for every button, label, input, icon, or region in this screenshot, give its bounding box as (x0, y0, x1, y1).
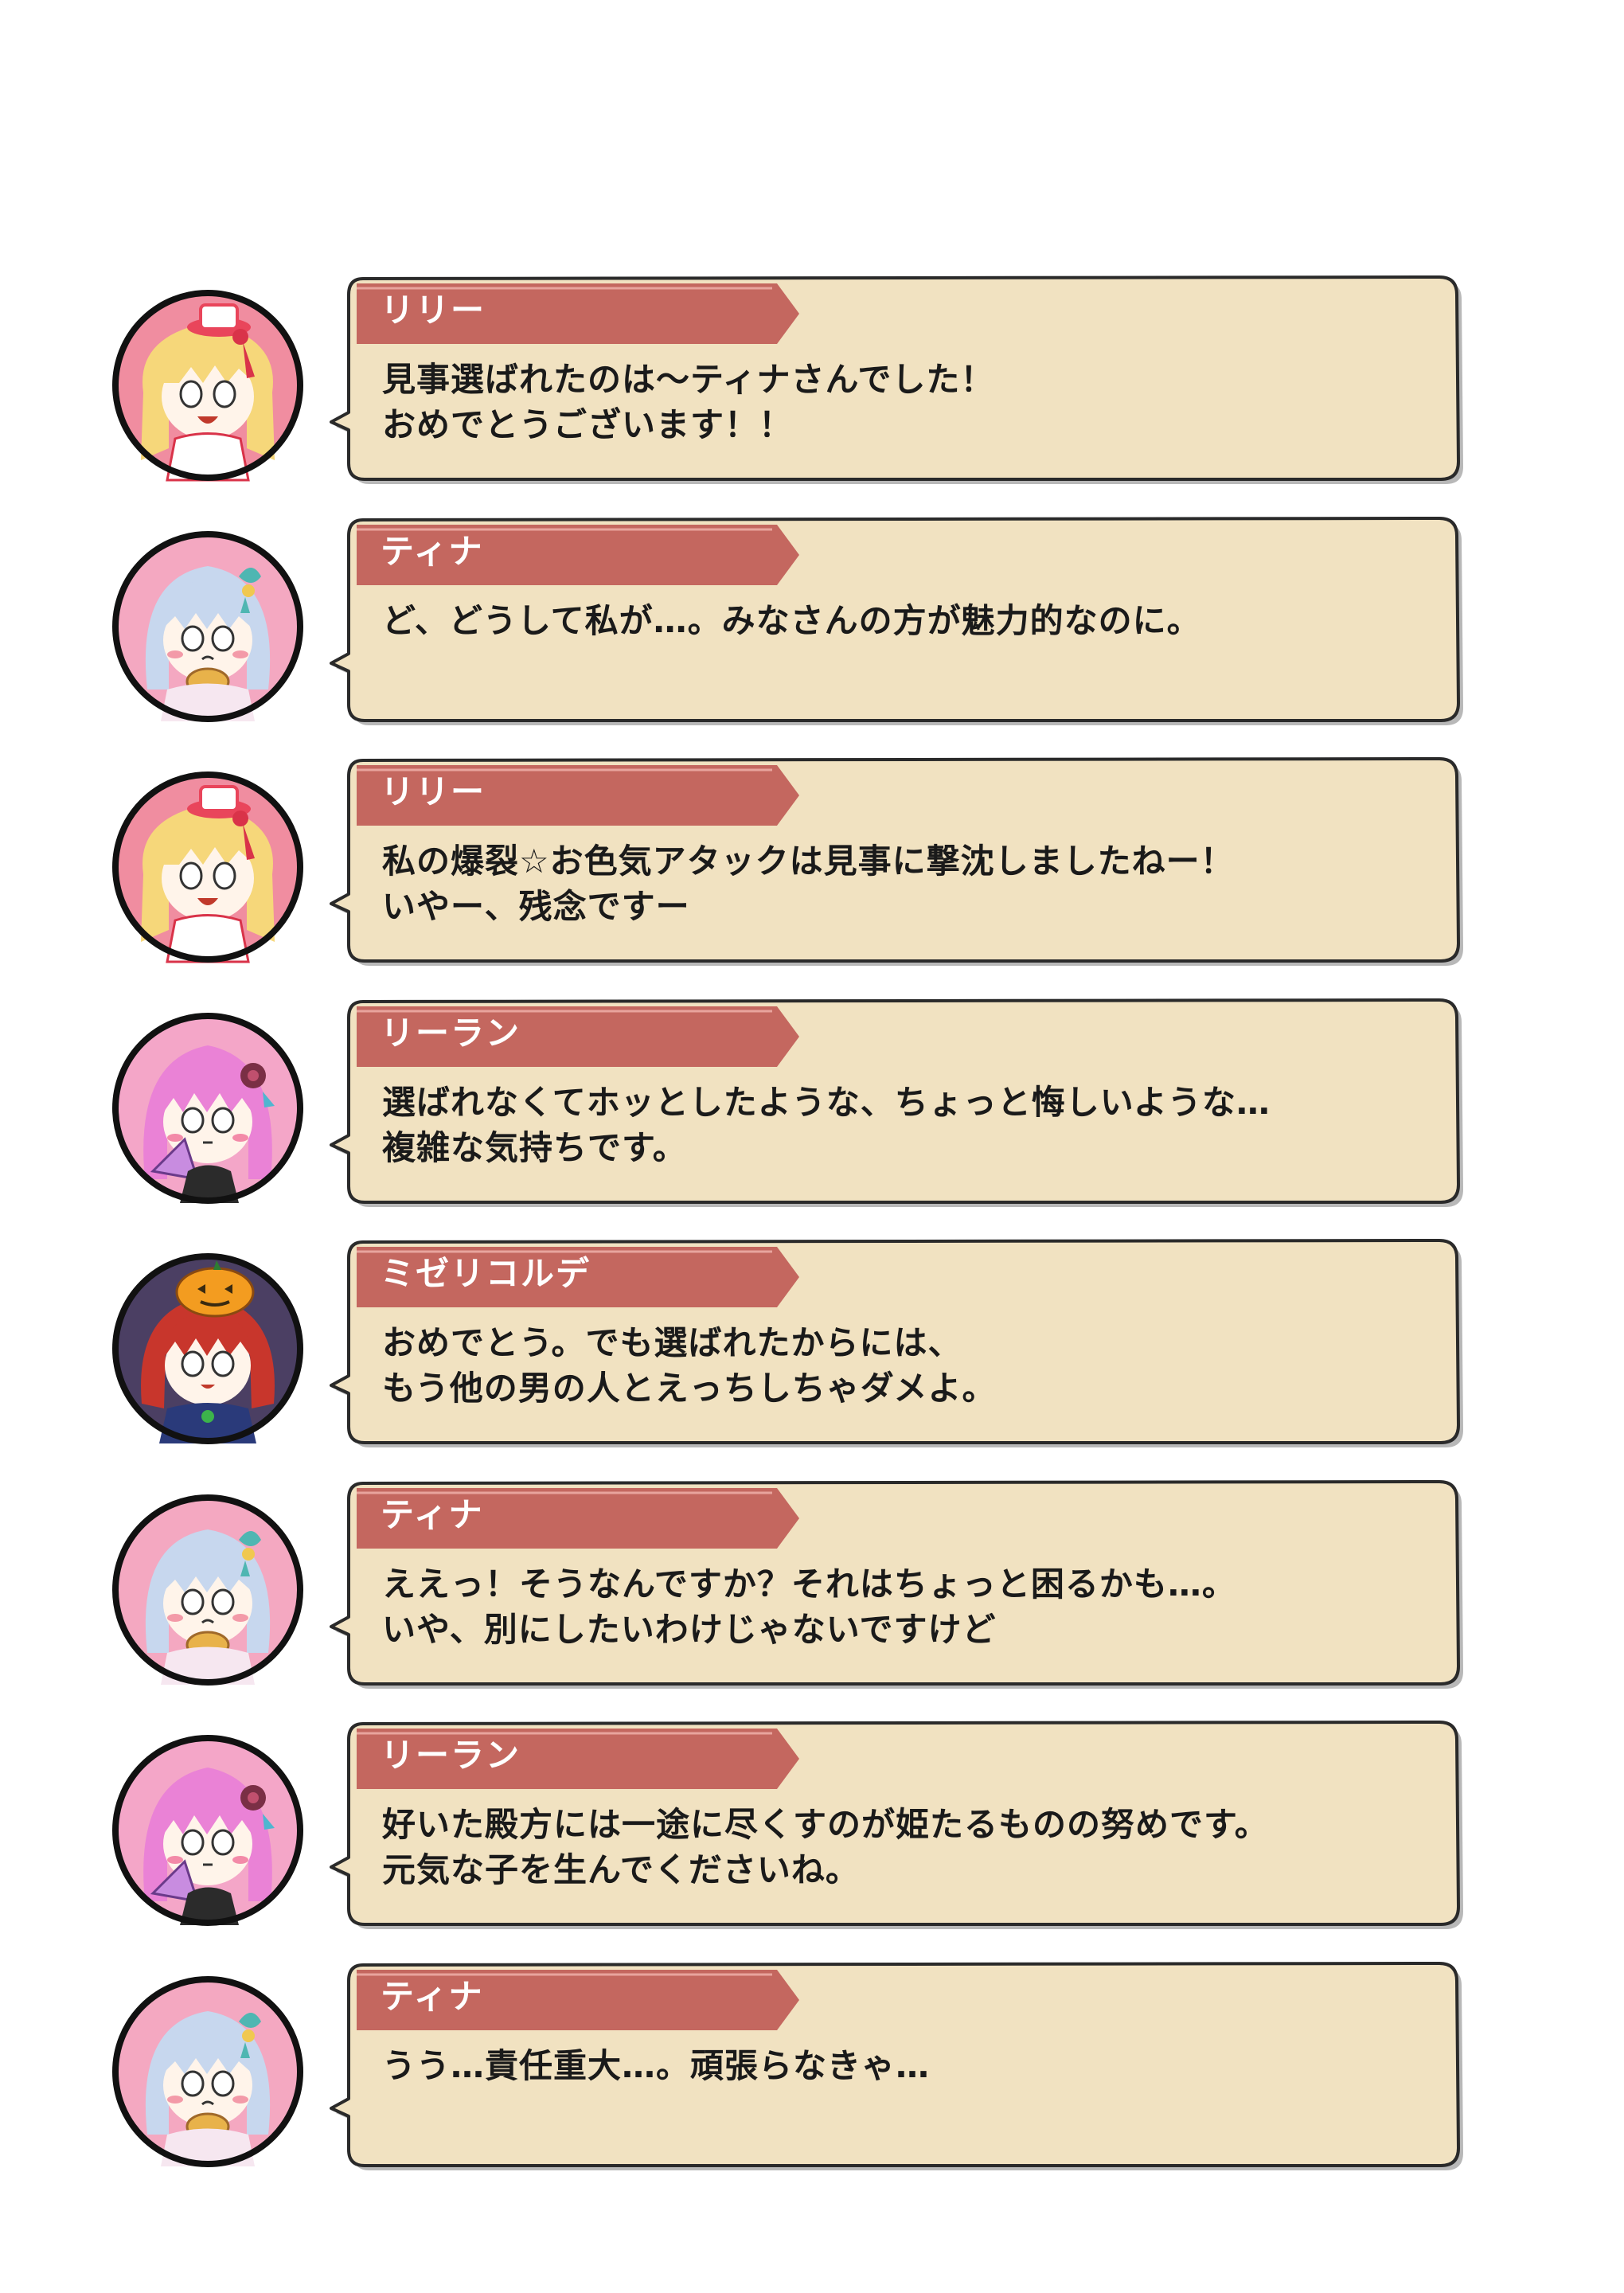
speech-bubble: リリー 私の爆裂☆お色気アタックは見事に撃沈しましたねー！ いやー、残念ですー (326, 752, 1473, 967)
dialogue-entry-1: リリー 見事選ばれたのは～ティナさんでした！ おめでとうございます！！ (0, 271, 1624, 486)
speech-bubble: ティナ ど、どうして私が…。みなさんの方が魅力的なのに。 (326, 512, 1473, 727)
speaker-name: ティナ (381, 1977, 484, 2016)
speaker-name: ミゼリコルデ (381, 1254, 591, 1293)
speaker-name: ティナ (381, 532, 484, 571)
dialogue-line: うう…責任重大…。頑張らなきゃ… (382, 2046, 931, 2085)
dialogue-entry-4: リーラン 選ばれなくてホッとしたような、ちょっと悔しいような… 複雑な気持ちです… (0, 994, 1624, 1209)
dialogue-line: 私の爆裂☆お色気アタックは見事に撃沈しましたねー！ (382, 842, 1235, 881)
dialogue-entry-3: リリー 私の爆裂☆お色気アタックは見事に撃沈しましたねー！ いやー、残念ですー (0, 752, 1624, 967)
dialogue-line: 元気な子を生んでくださいね。 (382, 1850, 860, 1889)
dialogue-line: 選ばれなくてホッとしたような、ちょっと悔しいような… (382, 1083, 1271, 1122)
speaker-name: リーラン (381, 1014, 521, 1053)
speech-bubble: リーラン 選ばれなくてホッとしたような、ちょっと悔しいような… 複雑な気持ちです… (326, 994, 1473, 1209)
dialogue-entry-8: ティナ うう…責任重大…。頑張らなきゃ… (0, 1957, 1624, 2172)
dialogue-entry-2: ティナ ど、どうして私が…。みなさんの方が魅力的なのに。 (0, 512, 1624, 727)
dialogue-line: 見事選ばれたのは～ティナさんでした！ (382, 360, 995, 399)
tina-avatar-icon (111, 1494, 304, 1686)
dialogue-entry-6: ティナ ええっ！そうなんですか？それはちょっと困るかも…。 いや、別にしたいわけ… (0, 1475, 1624, 1690)
dialogue-text: うう…責任重大…。頑張らなきゃ… (382, 2043, 1417, 2088)
dialogue-text: 好いた殿方には一途に尽くすのが姫たるものの努めです。 元気な子を生んでくださいね… (382, 1802, 1417, 1893)
dialogue-line: いや、別にしたいわけじゃないですけど (382, 1610, 997, 1649)
dialogue-entry-7: リーラン 好いた殿方には一途に尽くすのが姫たるものの努めです。 元気な子を生んで… (0, 1716, 1624, 1931)
speech-bubble: ミゼリコルデ おめでとう。でも選ばれたからには、 もう他の男の人とえっちしちゃダ… (326, 1234, 1473, 1449)
dialogue-text: 選ばれなくてホッとしたような、ちょっと悔しいような… 複雑な気持ちです。 (382, 1080, 1417, 1170)
speaker-name: リリー (381, 291, 486, 330)
dialogue-line: ど、どうして私が…。みなさんの方が魅力的なのに。 (382, 601, 1201, 640)
tina-avatar-icon (111, 1975, 304, 2168)
dialogue-line: いやー、残念ですー (382, 887, 690, 926)
dialogue-text: ど、どうして私が…。みなさんの方が魅力的なのに。 (382, 598, 1417, 643)
tina-avatar-icon (111, 530, 304, 723)
dialogue-line: ええっ！そうなんですか？それはちょっと困るかも…。 (382, 1564, 1236, 1604)
speech-bubble: ティナ うう…責任重大…。頑張らなきゃ… (326, 1957, 1473, 2172)
speaker-name: ティナ (381, 1495, 484, 1534)
dialogue-text: ええっ！そうなんですか？それはちょっと困るかも…。 いや、別にしたいわけじゃない… (382, 1561, 1417, 1652)
rilan-avatar-icon (111, 1734, 304, 1927)
dialogue-line: おめでとう。でも選ばれたからには、 (382, 1323, 962, 1362)
miseri-avatar-icon (111, 1252, 304, 1445)
lily-avatar-icon (111, 771, 304, 963)
speaker-name: リーラン (381, 1736, 521, 1775)
dialogue-text: おめでとう。でも選ばれたからには、 もう他の男の人とえっちしちゃダメよ。 (382, 1320, 1417, 1411)
dialogue-entry-5: ミゼリコルデ おめでとう。でも選ばれたからには、 もう他の男の人とえっちしちゃダ… (0, 1234, 1624, 1449)
dialogue-line: おめでとうございます！！ (382, 405, 794, 444)
dialogue-line: もう他の男の人とえっちしちゃダメよ。 (382, 1369, 997, 1408)
dialogue-text: 私の爆裂☆お色気アタックは見事に撃沈しましたねー！ いやー、残念ですー (382, 838, 1417, 929)
dialogue-text: 見事選ばれたのは～ティナさんでした！ おめでとうございます！！ (382, 357, 1417, 447)
dialogue-line: 好いた殿方には一途に尽くすのが姫たるものの努めです。 (382, 1805, 1269, 1844)
speaker-name: リリー (381, 772, 486, 811)
lily-avatar-icon (111, 289, 304, 482)
speech-bubble: ティナ ええっ！そうなんですか？それはちょっと困るかも…。 いや、別にしたいわけ… (326, 1475, 1473, 1690)
speech-bubble: リリー 見事選ばれたのは～ティナさんでした！ おめでとうございます！！ (326, 271, 1473, 486)
dialogue-line: 複雑な気持ちです。 (382, 1128, 687, 1167)
rilan-avatar-icon (111, 1012, 304, 1205)
speech-bubble: リーラン 好いた殿方には一途に尽くすのが姫たるものの努めです。 元気な子を生んで… (326, 1716, 1473, 1931)
